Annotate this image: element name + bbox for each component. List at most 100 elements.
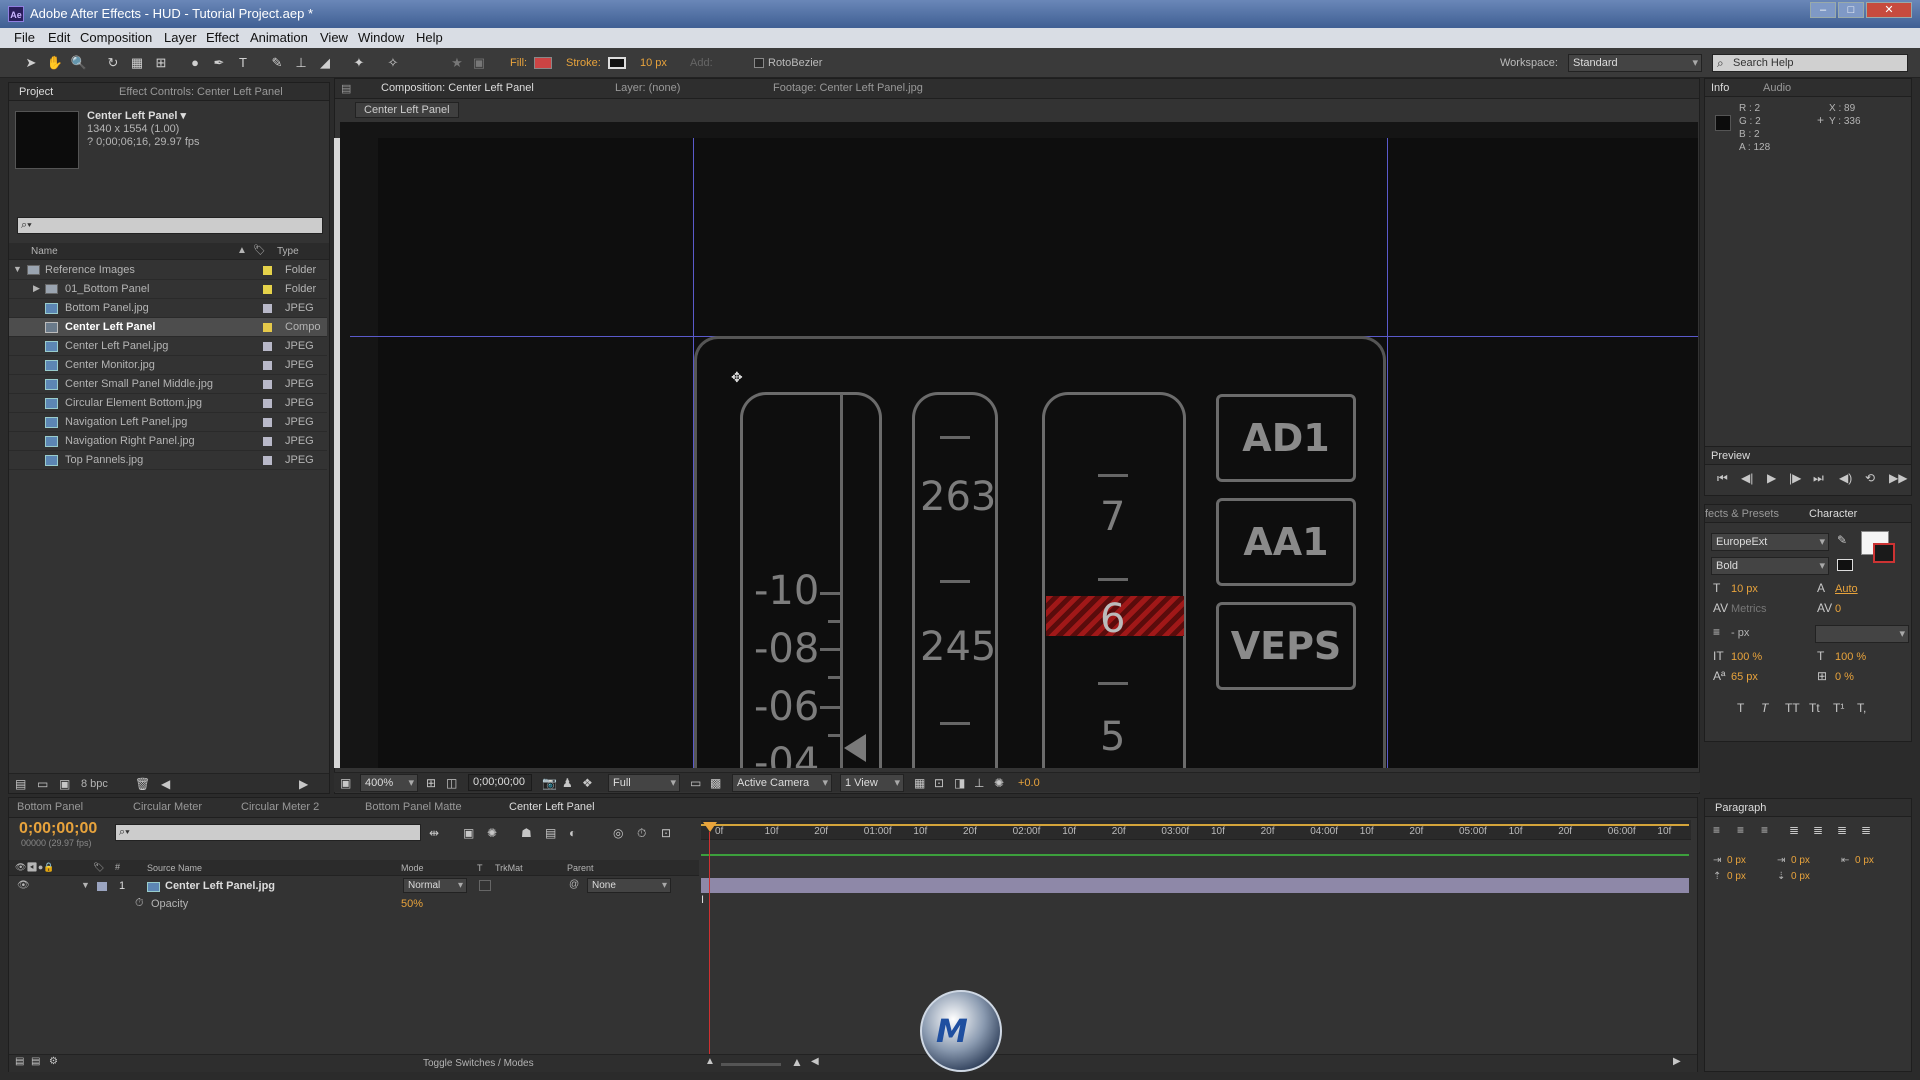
black-swatch[interactable] (1837, 559, 1853, 571)
font-size-value[interactable]: 10 px (1731, 583, 1758, 595)
baseline-shift-value[interactable]: 65 px (1731, 671, 1758, 683)
kerning-value[interactable]: Metrics (1731, 603, 1766, 615)
fit-icon[interactable]: ⊞ (426, 776, 436, 790)
tab-circular-meter[interactable]: Circular Meter (133, 801, 202, 813)
always-preview-icon[interactable]: ▣ (340, 776, 351, 790)
hand-tool-icon[interactable]: ✋ (46, 54, 64, 72)
color-channels-icon[interactable]: ❖ (582, 776, 593, 790)
transfer-controls-icon[interactable]: ▤ (31, 1056, 40, 1067)
stroke-order-dropdown[interactable] (1815, 625, 1909, 643)
column-type[interactable]: Type (277, 246, 299, 257)
list-item[interactable]: Center Monitor.jpg JPEG (9, 356, 327, 375)
fast-preview-icon[interactable]: ⊡ (934, 776, 944, 790)
search-help-field[interactable]: ⌕ Search Help (1712, 54, 1908, 72)
puppet-tool-icon[interactable]: ✧ (384, 54, 402, 72)
stopwatch-icon[interactable]: ⏱ (135, 897, 144, 910)
label-swatch[interactable] (263, 266, 272, 275)
vertical-scale-value[interactable]: 100 % (1731, 651, 1762, 663)
playhead-line[interactable] (709, 832, 710, 1064)
menu-view[interactable]: View (320, 30, 348, 45)
sort-arrow-icon[interactable]: ▲ (237, 245, 247, 256)
zoom-out-icon[interactable]: ▲ (705, 1056, 715, 1067)
brainstorm-icon[interactable]: ◎ (613, 826, 623, 840)
safe-zones-icon[interactable]: ◫ (446, 776, 457, 790)
scroll-right-icon[interactable]: ▶ (299, 777, 308, 791)
views-dropdown[interactable]: 1 View (840, 774, 904, 792)
maximize-button[interactable]: □ (1838, 2, 1864, 18)
previous-frame-icon[interactable]: ◀| (1741, 471, 1753, 485)
rotobezier-checkbox[interactable] (754, 58, 764, 68)
blend-mode-dropdown[interactable]: Normal (403, 878, 467, 893)
new-folder-icon[interactable]: ▭ (37, 777, 48, 791)
rotate-tool-icon[interactable]: ↻ (104, 54, 122, 72)
menu-animation[interactable]: Animation (250, 30, 308, 45)
bit-depth-label[interactable]: 8 bpc (81, 778, 108, 790)
tab-bottom-panel[interactable]: Bottom Panel (17, 801, 83, 813)
frame-blending-icon[interactable]: ▤ (545, 826, 556, 840)
camera-dropdown[interactable]: Active Camera (732, 774, 832, 792)
menu-help[interactable]: Help (416, 30, 443, 45)
minimize-button[interactable]: – (1810, 2, 1836, 18)
expand-arrow-icon[interactable]: ▼ (81, 880, 90, 890)
tab-bottom-panel-matte[interactable]: Bottom Panel Matte (365, 801, 462, 813)
horizontal-scale-value[interactable]: 100 % (1835, 651, 1866, 663)
selected-item-name[interactable]: Center Left Panel ▾ (87, 109, 186, 122)
scroll-left-icon[interactable]: ◀ (811, 1056, 819, 1067)
pan-behind-tool-icon[interactable]: ⊞ (152, 54, 170, 72)
timeline-icon[interactable]: ◨ (954, 776, 965, 790)
list-item[interactable]: ▼ Reference Images Folder (9, 261, 327, 280)
expand-arrow-icon[interactable]: ▼ (13, 264, 22, 274)
work-area-bar[interactable] (701, 824, 1689, 826)
zoom-dropdown[interactable]: 400% (360, 774, 418, 792)
label-swatch[interactable] (263, 399, 272, 408)
new-composition-icon[interactable]: ▣ (59, 777, 70, 791)
tab-info[interactable]: Info (1711, 82, 1729, 94)
tsume-value[interactable]: 0 % (1835, 671, 1854, 683)
layer-name[interactable]: Center Left Panel.jpg (165, 880, 275, 892)
pick-whip-icon[interactable]: @ (569, 879, 579, 890)
scroll-left-icon[interactable]: ◀ (161, 777, 170, 791)
table-row[interactable]: 👁 ▼ 1 Center Left Panel.jpg Normal @ Non… (9, 878, 699, 895)
label-swatch[interactable] (263, 418, 272, 427)
flowchart-icon[interactable]: ⊥ (974, 776, 984, 790)
resolution-dropdown[interactable]: Full (608, 774, 680, 792)
tab-composition[interactable]: Composition: Center Left Panel (381, 82, 534, 94)
list-item[interactable]: Center Left Panel.jpg JPEG (9, 337, 327, 356)
camera-tool-icon[interactable]: ▦ (128, 54, 146, 72)
faux-bold-button[interactable]: T (1737, 701, 1744, 715)
zoom-in-icon[interactable]: ▲ (791, 1055, 803, 1069)
justify-left-icon[interactable]: ≣ (1789, 823, 1799, 837)
label-swatch[interactable] (97, 882, 107, 891)
project-search-input[interactable]: ⌕▾ (17, 217, 323, 234)
tab-audio[interactable]: Audio (1763, 82, 1791, 94)
scroll-right-icon[interactable]: ▶ (1673, 1056, 1681, 1067)
guide-vertical[interactable] (1387, 138, 1388, 768)
property-value[interactable]: 50% (401, 898, 423, 910)
space-after-value[interactable]: 0 px (1791, 871, 1810, 882)
label-swatch[interactable] (263, 285, 272, 294)
show-snapshot-icon[interactable]: ♟ (562, 776, 573, 790)
font-family-dropdown[interactable]: EuropeExt (1711, 533, 1829, 551)
menu-layer[interactable]: Layer (164, 30, 197, 45)
clone-stamp-tool-icon[interactable]: ⊥ (292, 54, 310, 72)
label-column-icon[interactable]: 🏷 (253, 245, 266, 256)
list-item[interactable]: Navigation Right Panel.jpg JPEG (9, 432, 327, 451)
zoom-slider[interactable] (721, 1063, 781, 1066)
workspace-dropdown[interactable]: Standard (1568, 54, 1702, 72)
preserve-transparency-checkbox[interactable] (479, 880, 491, 891)
snapshot-icon[interactable]: 📷 (542, 776, 557, 790)
play-icon[interactable]: ▶ (1767, 471, 1776, 485)
list-item[interactable]: Bottom Panel.jpg JPEG (9, 299, 327, 318)
region-of-interest-icon[interactable]: ▭ (690, 776, 701, 790)
stroke-width[interactable]: 10 px (640, 57, 667, 69)
close-button[interactable]: ✕ (1866, 2, 1912, 18)
pen-tool-icon[interactable]: ✒ (210, 54, 228, 72)
column-t[interactable]: T (477, 863, 483, 873)
stroke-width-value[interactable]: - px (1731, 627, 1749, 639)
timeline-search-input[interactable]: ⌕▾ (115, 824, 421, 841)
time-ruler[interactable]: 0f 10f 20f 01:00f 10f 20f 02:00f 10f 20f 03:00f 10… (701, 820, 1691, 840)
menu-file[interactable]: File (14, 30, 35, 45)
trash-icon[interactable]: 🗑 (135, 777, 150, 791)
label-swatch[interactable] (263, 456, 272, 465)
list-item[interactable]: Top Pannels.jpg JPEG (9, 451, 327, 470)
